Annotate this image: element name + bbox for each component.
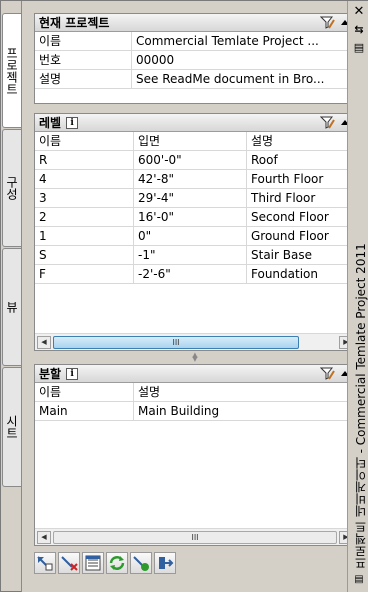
info-icon[interactable]: i	[66, 116, 79, 129]
tab-sheets-label: 시트	[4, 415, 19, 439]
level-elevation-cell[interactable]: 600'-0"	[133, 150, 246, 170]
divisions-section: 분할 i 이름 설명 Main Main Building ◀ III ▶	[34, 364, 356, 546]
table-row[interactable]: 3 29'-4" Third Floor	[35, 188, 355, 208]
splitter-grip-icon[interactable]: ▲ ▼	[190, 352, 200, 363]
tab-views-label: 뷰	[4, 301, 19, 313]
add-icon[interactable]	[34, 552, 56, 574]
level-name-cell[interactable]: 4	[35, 170, 133, 189]
column-header-description[interactable]: 설명	[246, 131, 355, 151]
tab-project[interactable]: 프로젝트	[2, 13, 21, 128]
level-description-cell[interactable]: Roof	[246, 150, 355, 170]
tab-strip: 프로젝트 구성 뷰 시트	[1, 1, 21, 592]
level-name-cell[interactable]: F	[35, 265, 133, 284]
current-project-title: 현재 프로젝트	[39, 16, 110, 30]
resize-grip-icon[interactable]: ▤	[352, 573, 366, 587]
filter-icon[interactable]	[319, 16, 335, 29]
current-project-header: 현재 프로젝트	[35, 14, 355, 32]
auto-hide-icon[interactable]: ⇆	[352, 23, 366, 37]
levels-rows: R 600'-0" Roof 4 42'-8" Fourth Floor 3 29'-4" Th…	[35, 150, 355, 284]
level-description-cell[interactable]: Foundation	[246, 264, 355, 284]
levels-hscrollbar[interactable]: ◀ III ▶	[35, 333, 355, 350]
property-label: 설명	[39, 71, 62, 86]
tab-project-label: 프로젝트	[4, 46, 19, 95]
levels-column-header: 이름 입면 설명	[35, 131, 355, 151]
levels-section: 레벨 i 이름 입면 설명 R 600'-0" Roof 4 42'-8" Fourth …	[34, 113, 356, 351]
close-project-icon[interactable]	[154, 552, 176, 574]
tab-sheets[interactable]: 시트	[2, 367, 21, 487]
table-row[interactable]: 1 0" Ground Floor	[35, 226, 355, 246]
palette-content: 현재 프로젝트 이름 Commercial Temlate Project ..…	[21, 1, 356, 592]
divisions-header: 분할 i	[35, 365, 355, 383]
levels-title: 레벨	[39, 116, 62, 130]
level-description-cell[interactable]: Fourth Floor	[246, 169, 355, 189]
level-name-cell[interactable]: 2	[35, 208, 133, 227]
property-label: 번호	[39, 52, 62, 67]
table-row[interactable]: Main Main Building	[35, 401, 355, 421]
level-elevation-cell[interactable]: 0"	[133, 226, 246, 246]
property-value[interactable]: See ReadMe document in Bro...	[131, 69, 355, 89]
scroll-track[interactable]: III	[53, 530, 337, 544]
scroll-thumb[interactable]: III	[53, 335, 299, 349]
table-row[interactable]: 4 42'-8" Fourth Floor	[35, 169, 355, 189]
property-row: 이름 Commercial Temlate Project ...	[35, 31, 355, 51]
filter-icon[interactable]	[319, 367, 335, 380]
level-description-cell[interactable]: Second Floor	[246, 207, 355, 227]
divisions-title: 분할	[39, 367, 62, 381]
level-elevation-cell[interactable]: -2'-6"	[133, 264, 246, 284]
level-description-cell[interactable]: Ground Floor	[246, 226, 355, 246]
property-row: 번호 00000	[35, 50, 355, 70]
column-header-description[interactable]: 설명	[133, 382, 355, 402]
property-label: 이름	[39, 33, 62, 48]
palette-title: 프로젝트 네비게이터 - Commercial Temlate Project …	[354, 243, 368, 569]
division-description-cell[interactable]: Main Building	[133, 401, 355, 421]
info-icon[interactable]: i	[66, 367, 79, 380]
palette-titlebar[interactable]: ✕ ⇆ ▤ 프로젝트 네비게이터 - Commercial Temlate Pr…	[347, 1, 368, 592]
delete-icon[interactable]	[58, 552, 80, 574]
current-project-section: 현재 프로젝트 이름 Commercial Temlate Project ..…	[34, 13, 356, 104]
bottom-toolbar	[34, 552, 180, 576]
level-name-cell[interactable]: 3	[35, 189, 133, 208]
column-header-name[interactable]: 이름	[35, 383, 133, 402]
divisions-column-header: 이름 설명	[35, 382, 355, 402]
project-navigator-palette: 프로젝트 구성 뷰 시트 현재 프로젝트 이름 Commercial Temla…	[0, 0, 368, 592]
refresh-icon[interactable]	[106, 552, 128, 574]
level-name-cell[interactable]: 1	[35, 227, 133, 246]
filter-icon[interactable]	[319, 116, 335, 129]
divisions-hscrollbar[interactable]: ◀ III ▶	[35, 528, 355, 545]
properties-menu-icon[interactable]: ▤	[352, 41, 366, 55]
table-row[interactable]: S -1" Stair Base	[35, 245, 355, 265]
level-elevation-cell[interactable]: 16'-0"	[133, 207, 246, 227]
levels-header: 레벨 i	[35, 114, 355, 132]
table-row[interactable]: R 600'-0" Roof	[35, 150, 355, 170]
level-description-cell[interactable]: Third Floor	[246, 188, 355, 208]
scroll-track[interactable]: III	[53, 335, 337, 349]
divisions-rows: Main Main Building	[35, 401, 355, 421]
tab-constructs-label: 구성	[4, 176, 19, 200]
close-icon[interactable]: ✕	[352, 5, 366, 19]
tab-views[interactable]: 뷰	[2, 248, 21, 366]
property-row: 설명 See ReadMe document in Bro...	[35, 69, 355, 89]
level-elevation-cell[interactable]: 42'-8"	[133, 169, 246, 189]
level-elevation-cell[interactable]: 29'-4"	[133, 188, 246, 208]
repath-icon[interactable]	[130, 552, 152, 574]
tab-constructs[interactable]: 구성	[2, 129, 21, 247]
level-name-cell[interactable]: R	[35, 151, 133, 170]
scroll-left-icon[interactable]: ◀	[37, 335, 51, 349]
scroll-thumb[interactable]: III	[53, 530, 337, 544]
table-row[interactable]: F -2'-6" Foundation	[35, 264, 355, 284]
property-value[interactable]: Commercial Temlate Project ...	[131, 31, 355, 51]
column-header-name[interactable]: 이름	[35, 132, 133, 151]
properties-icon[interactable]	[82, 552, 104, 574]
level-elevation-cell[interactable]: -1"	[133, 245, 246, 265]
column-header-elevation[interactable]: 입면	[133, 131, 246, 151]
scroll-left-icon[interactable]: ◀	[37, 530, 51, 544]
table-row[interactable]: 2 16'-0" Second Floor	[35, 207, 355, 227]
level-name-cell[interactable]: S	[35, 246, 133, 265]
property-value[interactable]: 00000	[131, 50, 355, 70]
level-description-cell[interactable]: Stair Base	[246, 245, 355, 265]
division-name-cell[interactable]: Main	[35, 402, 133, 421]
